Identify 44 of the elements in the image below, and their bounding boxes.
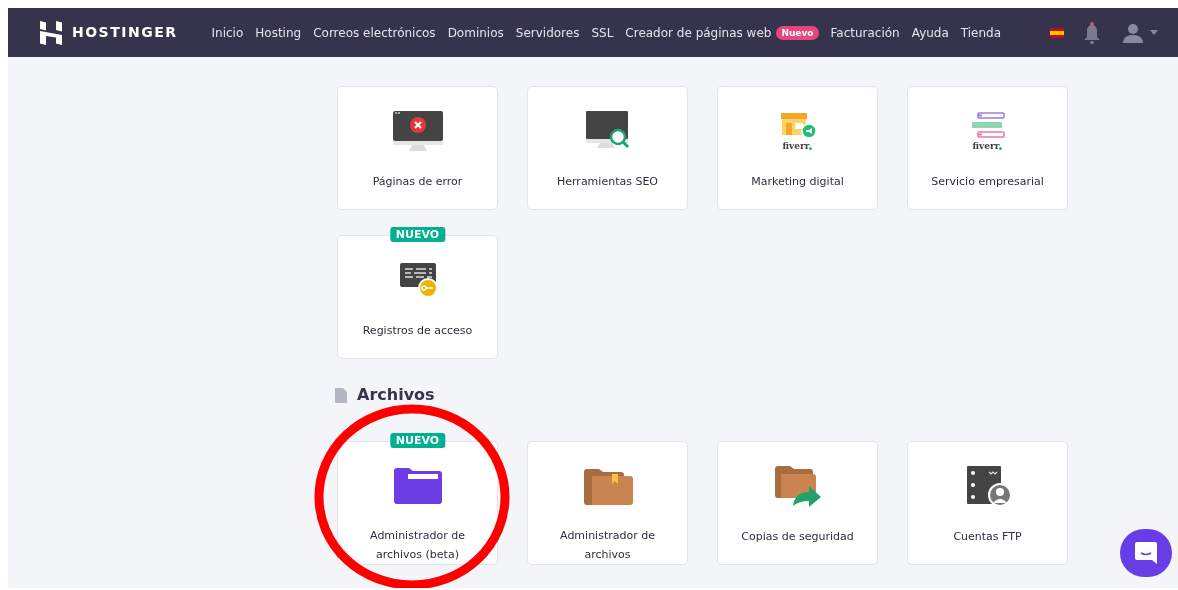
card-label: Páginas de error: [371, 174, 464, 190]
nav-link[interactable]: Dominios: [447, 23, 504, 42]
tool-card[interactable]: Copias de seguridad: [717, 441, 878, 565]
nav-link[interactable]: Correos electrónicos: [313, 23, 436, 42]
nav-link[interactable]: Servidores: [515, 23, 580, 42]
user-avatar-icon[interactable]: [1122, 22, 1144, 43]
tool-card[interactable]: Cuentas FTP: [907, 441, 1068, 565]
chat-button[interactable]: [1120, 529, 1172, 577]
card-label: Cuentas FTP: [952, 529, 1023, 545]
nav-link[interactable]: Tienda: [960, 23, 1002, 42]
nav-link[interactable]: Ayuda: [911, 23, 949, 42]
card-label: Marketing digital: [750, 174, 845, 190]
nav-link[interactable]: Hosting: [255, 23, 302, 42]
section-heading: Archivos: [357, 384, 435, 406]
nav-link[interactable]: Facturación: [830, 23, 900, 42]
card-label: Herramientas SEO: [556, 174, 659, 190]
card-label: Servicio empresarial: [930, 174, 1045, 190]
card-label: Copias de seguridad: [740, 529, 855, 545]
tool-card[interactable]: fiverr Marketing digital: [717, 86, 878, 210]
caret-icon[interactable]: [1150, 30, 1158, 35]
nav-link[interactable]: SSL: [591, 23, 614, 42]
chat-icon: [1135, 542, 1157, 564]
brand-logo: fiverr: [782, 141, 810, 151]
logo-icon: [40, 20, 62, 45]
tool-card[interactable]: Páginas de error: [337, 86, 498, 210]
spain-flag-icon: [1050, 27, 1064, 38]
brand-logo: fiverr: [972, 141, 1000, 151]
new-badge: NUEVO: [389, 227, 446, 242]
tool-card[interactable]: Herramientas SEO: [527, 86, 688, 210]
folder-arrow-icon: [772, 465, 823, 507]
error-monitor-icon: [391, 109, 444, 153]
brand-name: HOSTINGER: [72, 23, 178, 42]
nav-link[interactable]: Inicio: [211, 23, 244, 42]
nav-link[interactable]: Creador de páginas web: [625, 23, 772, 42]
folder-icon: [391, 466, 444, 505]
tool-card[interactable]: Administrador de archivos: [527, 441, 688, 565]
new-badge: Nuevo: [776, 25, 819, 40]
tool-card[interactable]: fiverr Servicio empresarial: [907, 86, 1068, 210]
card-label: Administrador de archivos (beta): [369, 528, 466, 563]
new-badge: NUEVO: [389, 433, 446, 448]
document-icon: [335, 387, 347, 403]
card-label: Administrador de archivos: [559, 528, 656, 563]
bell-icon[interactable]: [1084, 21, 1100, 44]
card-label: Registros de acceso: [361, 323, 474, 339]
